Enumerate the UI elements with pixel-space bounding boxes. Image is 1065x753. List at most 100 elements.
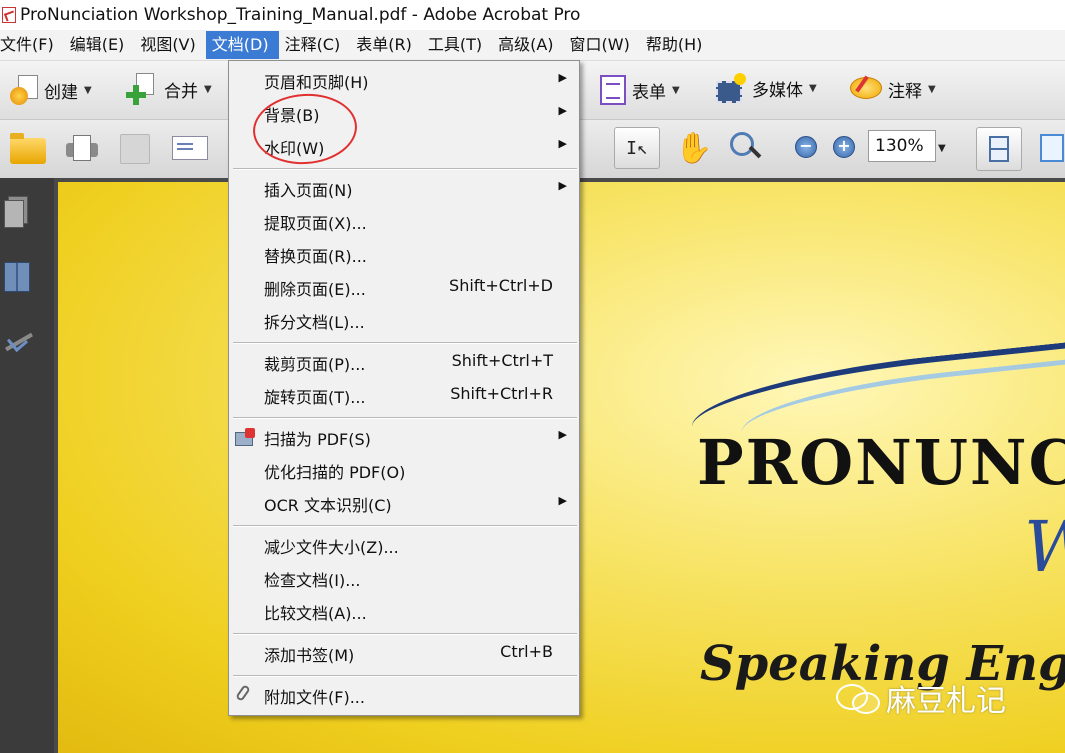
- menu-item-add-bookmark[interactable]: 添加书签(M) Ctrl+B: [229, 638, 579, 668]
- menu-item-label: 删除页面(E)...: [264, 280, 366, 299]
- menu-item-label: 附加文件(F)...: [264, 688, 365, 707]
- select-tool-button[interactable]: I↖: [614, 127, 660, 169]
- chevron-down-icon: ▼: [84, 84, 92, 96]
- full-screen-button[interactable]: [1040, 134, 1064, 162]
- menu-item-replace-pages[interactable]: 替换页面(R)...: [229, 239, 579, 269]
- chevron-down-icon: ▼: [809, 82, 817, 94]
- menu-separator: [233, 525, 577, 527]
- submenu-arrow-icon: ▶: [558, 137, 567, 150]
- comment-button[interactable]: 注释 ▼: [850, 75, 936, 103]
- menu-separator: [233, 417, 577, 419]
- menu-item-extract-pages[interactable]: 提取页面(X)...: [229, 206, 579, 236]
- menu-help[interactable]: 帮助(H): [640, 31, 713, 59]
- minus-icon: −: [799, 136, 813, 155]
- menu-bar: 文件(F) 编辑(E) 视图(V) 文档(D) 注释(C) 表单(R) 工具(T…: [0, 30, 1065, 61]
- menu-forms[interactable]: 表单(R): [350, 31, 422, 59]
- chevron-down-icon: ▼: [204, 83, 212, 95]
- chevron-down-icon: ▼: [672, 84, 680, 96]
- menu-item-crop-pages[interactable]: 裁剪页面(P)... Shift+Ctrl+T: [229, 347, 579, 377]
- menu-item-label: 添加书签(M): [264, 646, 355, 665]
- menu-item-delete-pages[interactable]: 删除页面(E)... Shift+Ctrl+D: [229, 272, 579, 302]
- menu-tools[interactable]: 工具(T): [422, 31, 492, 59]
- acrobat-app-icon: [2, 7, 16, 23]
- zoom-out-button[interactable]: −: [795, 136, 817, 158]
- menu-advanced[interactable]: 高级(A): [492, 31, 563, 59]
- zoom-in-button[interactable]: +: [833, 136, 855, 158]
- submenu-arrow-icon: ▶: [558, 104, 567, 117]
- menu-item-label: 提取页面(X)...: [264, 214, 367, 233]
- menu-item-label: 插入页面(N): [264, 181, 353, 200]
- folder-icon: [10, 133, 46, 164]
- menu-edit[interactable]: 编辑(E): [64, 31, 135, 59]
- menu-comments[interactable]: 注释(C): [279, 31, 351, 59]
- submenu-arrow-icon: ▶: [558, 71, 567, 84]
- multimedia-icon: [716, 73, 746, 103]
- plus-icon: +: [837, 136, 851, 155]
- menu-view[interactable]: 视图(V): [134, 31, 205, 59]
- bookmarks-panel-icon[interactable]: [4, 262, 30, 292]
- menu-item-insert-pages[interactable]: 插入页面(N) ▶: [229, 173, 579, 203]
- menu-item-label: 优化扫描的 PDF(O): [264, 463, 406, 482]
- menu-item-label: 替换页面(R)...: [264, 247, 367, 266]
- menu-item-scan-to-pdf[interactable]: 扫描为 PDF(S) ▶: [229, 422, 579, 452]
- magnifier-icon: [730, 132, 754, 156]
- hand-icon: ✋: [675, 131, 713, 166]
- menu-item-label: 扫描为 PDF(S): [264, 430, 371, 449]
- menu-item-ocr[interactable]: OCR 文本识别(C) ▶: [229, 488, 579, 518]
- merge-icon: [126, 73, 158, 105]
- signatures-panel-icon[interactable]: [4, 332, 30, 348]
- scanner-icon: [235, 428, 255, 446]
- email-icon: [172, 136, 208, 160]
- window-title: ProNunciation Workshop_Training_Manual.p…: [20, 5, 581, 25]
- menu-item-label: 比较文档(A)...: [264, 604, 367, 623]
- menu-item-attach-file[interactable]: 附加文件(F)...: [229, 680, 579, 710]
- menu-item-shortcut: Shift+Ctrl+T: [451, 351, 553, 370]
- multimedia-button[interactable]: 多媒体 ▼: [716, 73, 817, 103]
- menu-item-shortcut: Ctrl+B: [500, 642, 553, 661]
- menu-separator: [233, 342, 577, 344]
- menu-window[interactable]: 窗口(W): [564, 31, 640, 59]
- menu-item-label: OCR 文本识别(C): [264, 496, 392, 515]
- menu-item-examine-document[interactable]: 检查文档(I)...: [229, 563, 579, 593]
- submenu-arrow-icon: ▶: [558, 179, 567, 192]
- multimedia-label: 多媒体: [752, 80, 803, 101]
- merge-button[interactable]: 合并 ▼: [126, 73, 212, 105]
- forms-button[interactable]: 表单 ▼: [600, 75, 680, 105]
- form-icon: [600, 75, 626, 105]
- hand-tool-button[interactable]: ✋: [675, 131, 712, 166]
- zoom-level-field[interactable]: 130%: [868, 130, 936, 162]
- menu-item-rotate-pages[interactable]: 旋转页面(T)... Shift+Ctrl+R: [229, 380, 579, 410]
- create-button[interactable]: 创建 ▼: [10, 75, 92, 105]
- submenu-arrow-icon: ▶: [558, 428, 567, 441]
- email-button[interactable]: [172, 136, 208, 160]
- zoom-dropdown-chevron-icon[interactable]: ▼: [938, 143, 946, 154]
- fit-width-button[interactable]: [976, 127, 1022, 171]
- menu-item-compare-documents[interactable]: 比较文档(A)...: [229, 596, 579, 626]
- marquee-zoom-button[interactable]: [730, 132, 762, 162]
- open-button[interactable]: [10, 133, 46, 164]
- chevron-down-icon: ▼: [928, 83, 936, 95]
- pages-panel-icon[interactable]: [4, 196, 30, 228]
- menu-separator: [233, 633, 577, 635]
- menu-item-shortcut: Shift+Ctrl+R: [450, 384, 553, 403]
- menu-item-reduce-file-size[interactable]: 减少文件大小(Z)...: [229, 530, 579, 560]
- menu-item-optimize-scanned-pdf[interactable]: 优化扫描的 PDF(O): [229, 455, 579, 485]
- paperclip-icon: [235, 684, 251, 702]
- menu-item-label: 页眉和页脚(H): [264, 73, 369, 92]
- menu-separator: [233, 675, 577, 677]
- menu-file[interactable]: 文件(F): [0, 31, 64, 59]
- navigation-pane: [0, 178, 54, 753]
- printer-icon: [66, 135, 98, 161]
- create-label: 创建: [44, 82, 78, 103]
- forms-label: 表单: [632, 82, 666, 103]
- save-button[interactable]: [120, 134, 150, 164]
- comment-label: 注释: [888, 81, 922, 102]
- comment-icon: [850, 75, 882, 103]
- menu-item-split-document[interactable]: 拆分文档(L)...: [229, 305, 579, 335]
- menu-item-header-footer[interactable]: 页眉和页脚(H) ▶: [229, 65, 579, 95]
- image-watermark: 麻豆札记: [836, 676, 1006, 720]
- menu-item-label: 检查文档(I)...: [264, 571, 361, 590]
- save-icon: [120, 134, 150, 164]
- menu-document[interactable]: 文档(D): [205, 31, 279, 59]
- print-button[interactable]: [66, 135, 98, 161]
